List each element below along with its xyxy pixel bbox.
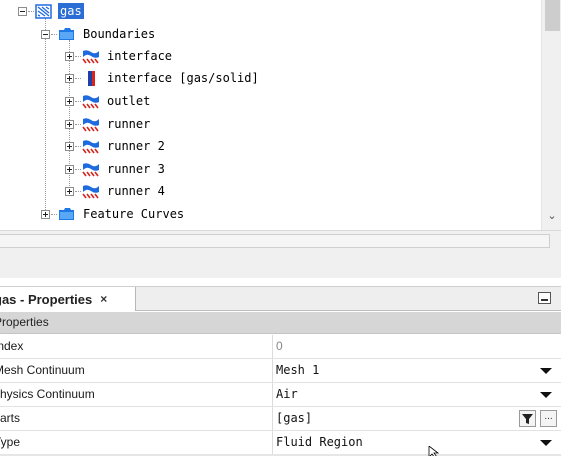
tree-horizontal-scroll-area: [0, 230, 561, 278]
property-value[interactable]: Mesh 1: [276, 359, 319, 382]
region-icon: [35, 3, 52, 19]
property-name: Parts: [0, 411, 21, 425]
tree-node-boundary[interactable]: runner 4: [65, 181, 167, 201]
boundary-icon: [82, 162, 99, 176]
tab-properties[interactable]: gas - Properties ×: [0, 287, 136, 311]
property-row-parts[interactable]: Parts [gas] ...: [0, 407, 561, 431]
tree-node-boundary[interactable]: runner: [65, 114, 152, 134]
tree-node-label: outlet: [107, 94, 151, 108]
tree-node-gas[interactable]: gas: [18, 1, 84, 21]
tree-node-boundary[interactable]: runner 2: [65, 136, 167, 156]
expand-icon[interactable]: [65, 96, 74, 106]
folder-icon: [59, 27, 74, 40]
filter-glyph: [522, 414, 533, 424]
section-label: Properties: [0, 315, 49, 329]
horizontal-scrollbar[interactable]: [0, 234, 550, 248]
property-row-mesh-continuum[interactable]: Mesh Continuum Mesh 1: [0, 359, 561, 383]
tree-node-label: interface: [107, 49, 173, 63]
expand-icon[interactable]: [65, 119, 74, 129]
tree-connector: [75, 100, 81, 102]
tree-node-boundary[interactable]: outlet: [65, 91, 152, 111]
collapse-icon[interactable]: [18, 6, 27, 16]
boundary-icon: [82, 94, 99, 108]
property-name: Mesh Continuum: [0, 363, 85, 377]
minimize-icon[interactable]: [538, 292, 551, 304]
boundary-icon: [82, 49, 99, 63]
tree-node-boundary[interactable]: runner 3: [65, 159, 167, 179]
tree-connector: [28, 10, 34, 12]
expand-icon[interactable]: [65, 186, 74, 196]
tree-connector: [51, 33, 57, 35]
property-name-cell: Physics Continuum: [0, 383, 273, 406]
tree-node-label: interface [gas/solid]: [107, 71, 259, 85]
mouse-cursor-icon: [428, 446, 440, 456]
tree-vertical-scrollbar[interactable]: ⌄: [541, 0, 561, 230]
chevron-down-icon[interactable]: ⌄: [546, 210, 558, 222]
tree-connector: [75, 77, 81, 79]
tree-node-label: gas: [58, 3, 84, 19]
dropdown-arrow-icon[interactable]: [540, 440, 552, 446]
property-row-index[interactable]: Index 0: [0, 335, 561, 359]
tree-guide-line: [45, 18, 46, 214]
expand-icon[interactable]: [65, 141, 74, 151]
ellipsis-button[interactable]: ...: [540, 410, 557, 427]
properties-header: gas - Properties ×: [0, 286, 561, 311]
property-value[interactable]: Air: [276, 383, 298, 406]
boundary-icon: [82, 184, 99, 198]
folder-icon: [59, 207, 74, 220]
dropdown-arrow-icon[interactable]: [540, 368, 552, 374]
properties-section-header[interactable]: Properties: [0, 312, 561, 334]
property-value[interactable]: [gas]: [276, 407, 312, 430]
tree-node-label: runner: [107, 117, 151, 131]
expand-icon[interactable]: [65, 73, 74, 83]
tree-connector: [75, 168, 81, 170]
region-tree-panel: gas Boundaries interface interface [gas/…: [0, 0, 561, 230]
tree-node-label: runner 3: [107, 162, 165, 176]
tree-node-boundary[interactable]: interface [gas/solid]: [65, 68, 261, 88]
dropdown-arrow-icon[interactable]: [540, 392, 552, 398]
close-icon[interactable]: ×: [100, 292, 107, 306]
expand-icon[interactable]: [65, 51, 74, 61]
tree-node-label: Boundaries: [83, 27, 156, 41]
scrollbar-thumb[interactable]: [545, 0, 560, 31]
tree-node-boundaries[interactable]: Boundaries: [41, 24, 157, 44]
property-name-cell: Type: [0, 431, 273, 454]
property-row-type[interactable]: Type Fluid Region: [0, 431, 561, 455]
tree-connector: [75, 190, 81, 192]
tree-connector: [51, 213, 57, 215]
filter-icon[interactable]: [519, 410, 536, 427]
collapse-icon[interactable]: [41, 29, 50, 39]
property-name: Index: [0, 339, 24, 353]
tree-connector: [75, 123, 81, 125]
interface-icon: [88, 70, 95, 86]
tree-connector: [75, 145, 81, 147]
property-name: Type: [0, 435, 21, 449]
property-row-physics-continuum[interactable]: Physics Continuum Air: [0, 383, 561, 407]
tree-node-label: Feature Curves: [83, 207, 185, 221]
tab-title: gas - Properties: [0, 291, 93, 307]
property-value: 0: [276, 339, 283, 353]
property-name-cell: Mesh Continuum: [0, 359, 273, 382]
property-name-cell: Parts: [0, 407, 273, 430]
property-value[interactable]: Fluid Region: [276, 431, 363, 454]
boundary-icon: [82, 117, 99, 131]
expand-icon[interactable]: [41, 209, 50, 219]
boundary-icon: [82, 139, 99, 153]
tree-node-boundary[interactable]: interface: [65, 46, 174, 66]
tree-node-label: runner 2: [107, 139, 165, 153]
tree-node-label: runner 4: [107, 184, 165, 198]
property-name: Physics Continuum: [0, 387, 95, 401]
expand-icon[interactable]: [65, 164, 74, 174]
tree-node-feature-curves[interactable]: Feature Curves: [41, 204, 186, 224]
property-name-cell: Index: [0, 335, 273, 358]
tree-connector: [75, 55, 81, 57]
